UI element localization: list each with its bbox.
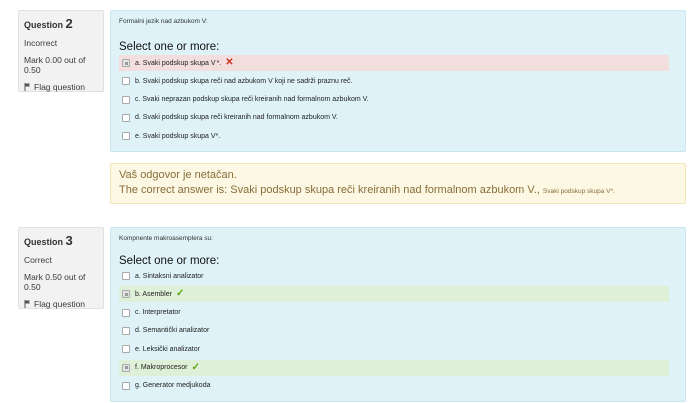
correct-check-icon: ✓ — [191, 361, 200, 373]
correct-answer-main: The correct answer is: Svaki podskup sku… — [119, 184, 540, 196]
answer-option[interactable]: e. Leksički analizator — [119, 341, 669, 357]
answer-checkbox[interactable] — [122, 95, 130, 104]
answer-option[interactable]: a. Sintaksni analizator — [119, 268, 669, 284]
answer-option[interactable]: f. Makroprocesor ✓ — [119, 359, 669, 376]
correct-check-icon: ✓ — [175, 288, 185, 300]
answer-checkbox[interactable] — [122, 132, 130, 141]
question-text: Formalni jezik nad azbukom V: — [119, 18, 208, 25]
answer-option[interactable]: e. Svaki podskup skupa V*. — [119, 128, 669, 144]
answer-checkbox[interactable] — [122, 345, 130, 354]
correct-answer-small: Svaki podskup skupa V*. — [542, 188, 615, 195]
question-state: Incorrect — [24, 38, 58, 48]
answer-label: c. Svaki neprazan podskup skupa reči kre… — [135, 96, 369, 104]
question-3-formulation: Kompnente makroasemplera su: Select one … — [110, 227, 686, 402]
answer-label: b. Svaki podskup skupa reči nad azbukom … — [135, 77, 353, 85]
answer-label-suffix: *. — [216, 59, 222, 67]
answer-label: a. Svaki podskup skupa V — [135, 59, 216, 67]
answer-label: e. Svaki podskup skupa V*. — [135, 132, 221, 140]
answer-label: d. Semantički analizator — [135, 327, 210, 335]
question-text: Kompnente makroasemplera su: — [119, 235, 213, 242]
question-number: Question 3 — [24, 233, 98, 248]
answer-label: f. Makroprocesor — [135, 364, 188, 371]
answer-label: b. Asembler — [135, 290, 172, 298]
answer-option[interactable]: b. Svaki podskup skupa reči nad azbukom … — [119, 73, 669, 89]
question-grade: Mark 0.50 out of 0.50 — [24, 272, 86, 292]
select-prompt: Select one or more: — [119, 255, 220, 267]
answer-option[interactable]: g. Generator medjukoda — [119, 378, 669, 394]
answer-label: c. Interpretator — [135, 309, 181, 317]
answer-label: a. Sintaksni analizator — [135, 272, 204, 280]
answer-checkbox[interactable] — [122, 272, 130, 280]
answer-option[interactable]: a. Svaki podskup skupa V *. ✕ — [119, 55, 669, 71]
answer-checkbox[interactable] — [122, 290, 130, 299]
answer-checkbox[interactable] — [122, 59, 130, 67]
flag-question-label: Flag question — [34, 299, 86, 309]
question-2-info: Question 2 Incorrect Mark 0.00 out of 0.… — [18, 10, 104, 92]
feedback-message: Vaš odgovor je netačan. — [119, 169, 237, 181]
flag-icon — [24, 83, 30, 91]
question-label: Question — [24, 237, 64, 247]
answer-option[interactable]: d. Svaki podskup skupa reči kreiranih na… — [119, 110, 669, 126]
question-label: Question — [24, 20, 64, 30]
question-state: Correct — [24, 255, 52, 265]
answer-option[interactable]: c. Svaki neprazan podskup skupa reči kre… — [119, 92, 669, 108]
answer-checkbox[interactable] — [122, 77, 130, 86]
answer-checkbox[interactable] — [122, 308, 130, 317]
answer-label: e. Leksički analizator — [135, 345, 200, 353]
answer-label: g. Generator medjukoda — [135, 382, 211, 390]
answer-option[interactable]: b. Asembler ✓ — [119, 286, 669, 303]
answer-option[interactable]: d. Semantički analizator — [119, 323, 669, 339]
correct-answer-text: The correct answer is: Svaki podskup sku… — [119, 184, 615, 196]
answer-checkbox[interactable] — [122, 381, 130, 390]
question-number-value: 2 — [65, 16, 73, 31]
select-prompt: Select one or more: — [119, 41, 220, 53]
question-2-formulation: Formalni jezik nad azbukom V: Select one… — [110, 10, 686, 152]
answer-option[interactable]: c. Interpretator — [119, 305, 669, 321]
question-number-value: 3 — [65, 233, 73, 248]
question-3-info: Question 3 Correct Mark 0.50 out of 0.50… — [18, 227, 104, 309]
question-2-feedback: Vaš odgovor je netačan. The correct answ… — [110, 163, 686, 204]
answer-checkbox[interactable] — [122, 363, 130, 372]
answer-checkbox[interactable] — [122, 113, 130, 122]
flag-question-label: Flag question — [34, 82, 86, 92]
flag-question-link[interactable]: Flag question — [24, 82, 98, 92]
question-grade: Mark 0.00 out of 0.50 — [24, 55, 86, 75]
answer-label: d. Svaki podskup skupa reči kreiranih na… — [135, 114, 338, 122]
answer-checkbox[interactable] — [122, 326, 130, 335]
flag-icon — [24, 300, 30, 308]
incorrect-cross-icon: ✕ — [225, 57, 234, 68]
question-number: Question 2 — [24, 16, 98, 31]
flag-question-link[interactable]: Flag question — [24, 299, 98, 309]
